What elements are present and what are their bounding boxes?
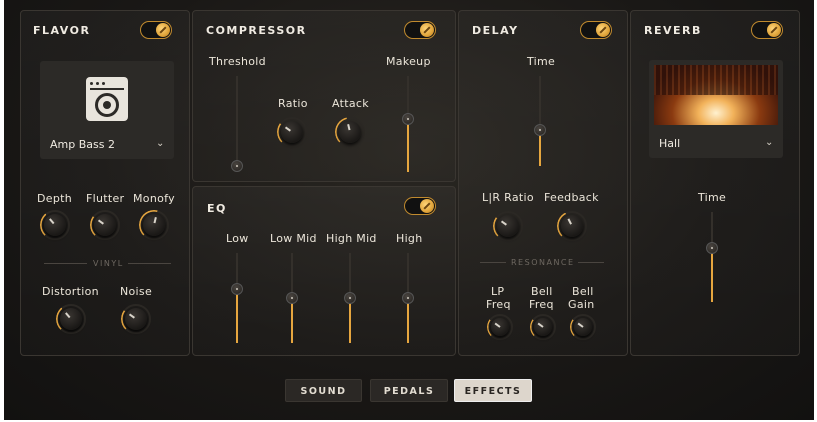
bell-gain-label-1: Bell xyxy=(572,285,594,298)
delay-time-slider[interactable] xyxy=(533,76,547,166)
bell-freq-label-1: Bell xyxy=(531,285,553,298)
vinyl-divider-left xyxy=(44,263,87,264)
eq-lowmid-label: Low Mid xyxy=(270,232,317,245)
delay-toggle[interactable] xyxy=(580,21,612,39)
distortion-label: Distortion xyxy=(42,285,99,298)
compressor-title: COMPRESSOR xyxy=(206,24,307,37)
chevron-down-icon: ⌄ xyxy=(765,137,774,148)
vinyl-label: VINYL xyxy=(93,259,124,268)
chevron-down-icon: ⌄ xyxy=(156,138,165,149)
resonance-divider-left xyxy=(480,262,506,263)
amp-selector[interactable]: Amp Bass 2 ⌄ xyxy=(40,61,174,159)
lr-ratio-knob[interactable] xyxy=(493,211,523,241)
resonance-label: RESONANCE xyxy=(511,258,575,267)
eq-title: EQ xyxy=(207,202,227,215)
eq-low-label: Low xyxy=(226,232,249,245)
bell-gain-label-2: Gain xyxy=(568,298,595,311)
tab-pedals[interactable]: PEDALS xyxy=(370,379,448,402)
noise-knob[interactable] xyxy=(121,304,151,334)
flavor-toggle[interactable] xyxy=(140,21,172,39)
eq-lowmid-slider[interactable] xyxy=(285,253,299,343)
threshold-slider[interactable] xyxy=(230,76,244,172)
depth-knob[interactable] xyxy=(40,210,70,240)
makeup-slider[interactable] xyxy=(401,76,415,172)
flutter-knob[interactable] xyxy=(90,210,120,240)
resonance-divider-right xyxy=(578,262,604,263)
ratio-label: Ratio xyxy=(278,97,308,110)
lp-freq-knob[interactable] xyxy=(487,314,513,340)
lr-ratio-label: L|R Ratio xyxy=(482,191,534,204)
reverb-preset-value: Hall xyxy=(659,137,681,150)
feedback-label: Feedback xyxy=(544,191,599,204)
depth-label: Depth xyxy=(37,192,73,205)
amp-cabinet-icon xyxy=(86,77,128,121)
noise-label: Noise xyxy=(120,285,153,298)
eq-highmid-label: High Mid xyxy=(326,232,377,245)
reverb-time-label: Time xyxy=(698,191,727,204)
delay-time-label: Time xyxy=(527,55,556,68)
compressor-toggle[interactable] xyxy=(404,21,436,39)
lp-freq-label-1: LP xyxy=(491,285,505,298)
delay-title: DELAY xyxy=(472,24,519,37)
eq-toggle[interactable] xyxy=(404,197,436,215)
monofy-label: Monofy xyxy=(133,192,175,205)
flavor-title: FLAVOR xyxy=(33,24,91,37)
eq-low-slider[interactable] xyxy=(230,253,244,343)
distortion-knob[interactable] xyxy=(56,304,86,334)
eq-high-slider[interactable] xyxy=(401,253,415,343)
tab-effects[interactable]: EFFECTS xyxy=(454,379,532,402)
lp-freq-label-2: Freq xyxy=(486,298,511,311)
vinyl-divider-right xyxy=(128,263,171,264)
ratio-knob[interactable] xyxy=(277,117,307,147)
reverb-preset-selector[interactable]: Hall ⌄ xyxy=(649,60,783,158)
attack-knob[interactable] xyxy=(335,117,365,147)
bell-gain-knob[interactable] xyxy=(570,314,596,340)
hall-image xyxy=(654,65,778,125)
reverb-time-slider[interactable] xyxy=(705,212,719,302)
plugin-window: FLAVOR Amp Bass 2 ⌄ Depth Flutter Monofy… xyxy=(4,0,814,420)
monofy-knob[interactable] xyxy=(139,210,169,240)
feedback-knob[interactable] xyxy=(557,211,587,241)
threshold-label: Threshold xyxy=(209,55,266,68)
bell-freq-label-2: Freq xyxy=(529,298,554,311)
makeup-label: Makeup xyxy=(386,55,431,68)
eq-highmid-slider[interactable] xyxy=(343,253,357,343)
reverb-toggle[interactable] xyxy=(751,21,783,39)
reverb-title: REVERB xyxy=(644,24,702,37)
tab-sound[interactable]: SOUND xyxy=(285,379,362,402)
flutter-label: Flutter xyxy=(86,192,125,205)
eq-high-label: High xyxy=(396,232,423,245)
bell-freq-knob[interactable] xyxy=(530,314,556,340)
attack-label: Attack xyxy=(332,97,369,110)
amp-select-value: Amp Bass 2 xyxy=(50,138,115,151)
